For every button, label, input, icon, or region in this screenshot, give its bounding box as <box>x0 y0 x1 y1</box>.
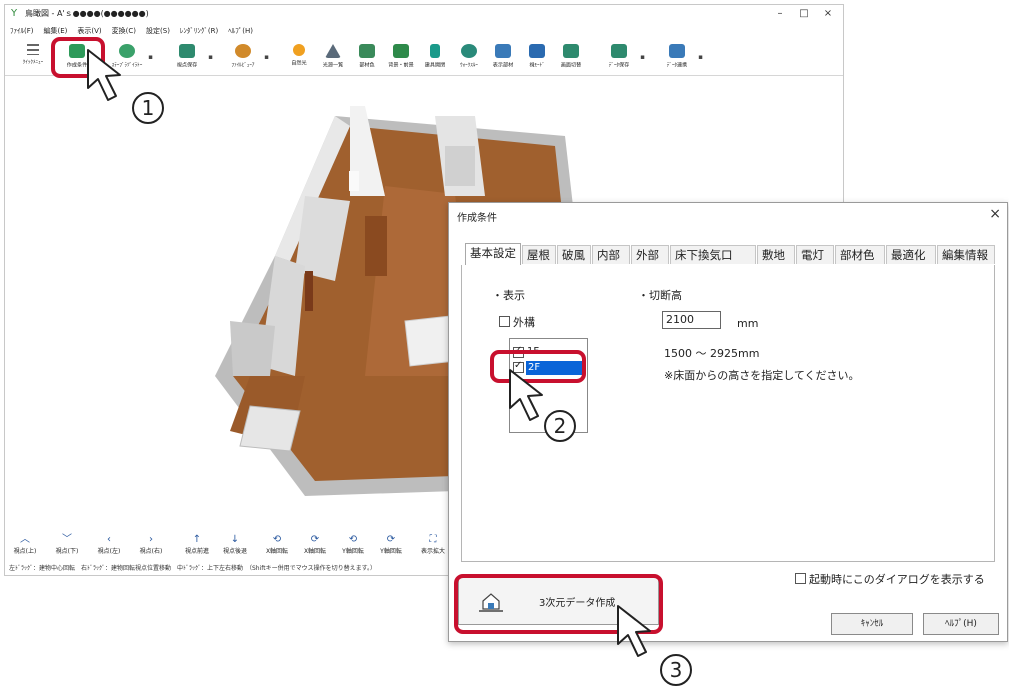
viewpoint-save-button[interactable]: 視点保存 ▪ <box>165 41 213 75</box>
y-rotate-right-button[interactable]: ⟳ Y軸回転 <box>371 533 411 555</box>
minimize-button[interactable]: – <box>769 5 791 23</box>
rotate-right-icon: ⟳ <box>310 534 320 545</box>
close-button[interactable]: × <box>817 5 839 23</box>
cut-height-range: 1500 ～ 2925mm <box>664 347 760 360</box>
step-2-marker: 2 <box>544 410 576 442</box>
dialog-title: 作成条件 <box>457 213 497 224</box>
sunlight-icon <box>293 44 305 56</box>
cut-height-header: ・切断高 <box>638 289 682 302</box>
rotate-left-icon: ⟲ <box>348 534 358 545</box>
tab-site[interactable]: 敷地 <box>757 245 795 264</box>
startup-checkbox[interactable] <box>795 573 806 584</box>
forward-arrow-icon: ↑ <box>192 534 202 545</box>
quick-menu-button[interactable]: ｸｲｯｸﾒﾆｭｰ <box>11 41 55 75</box>
screen-switch-button[interactable]: 画面切替 <box>549 41 593 75</box>
title-bar: Y 鳥瞰図 - A'ｓ●●●●(●●●●●●) – □ × <box>5 5 843 23</box>
rotate-left-icon: ⟲ <box>272 534 282 545</box>
light-list-icon <box>325 44 341 58</box>
display-parts-icon <box>495 44 511 58</box>
arrow-down-icon: ﹀ <box>62 534 72 545</box>
tab-exterior[interactable]: 外部 <box>631 245 669 264</box>
x-rotate-right-button[interactable]: ⟳ X軸回転 <box>295 533 335 555</box>
material-color-icon <box>359 44 375 58</box>
data-link-icon <box>669 44 685 58</box>
tab-interior[interactable]: 内部 <box>592 245 630 264</box>
view-back-button[interactable]: ↓ 視点後退 <box>215 533 255 555</box>
help-button[interactable]: ﾍﾙﾌﾟ(H) <box>923 613 999 635</box>
data-save-button[interactable]: ﾃﾞｰﾀ保存 ▪ <box>597 41 645 75</box>
menu-convert[interactable]: 変換(C) <box>107 23 141 39</box>
menu-icon <box>27 44 39 55</box>
view-mode-icon <box>529 44 545 58</box>
view-up-button[interactable]: ︿ 視点(上) <box>5 533 45 555</box>
maximize-button[interactable]: □ <box>793 5 815 23</box>
tab-underfloor-vent[interactable]: 床下換気口 <box>670 245 756 264</box>
view-down-button[interactable]: ﹀ 視点(下) <box>47 533 87 555</box>
x-rotate-left-button[interactable]: ⟲ X軸回転 <box>257 533 297 555</box>
step-1-marker: 1 <box>132 92 164 124</box>
menu-settings[interactable]: 設定(S) <box>141 23 175 39</box>
view-forward-button[interactable]: ↑ 視点前進 <box>177 533 217 555</box>
tab-basic[interactable]: 基本設定 <box>465 243 521 266</box>
cancel-button[interactable]: ｷｬﾝｾﾙ <box>831 613 913 635</box>
file-viewer-icon <box>235 44 251 58</box>
dialog-close-icon[interactable]: × <box>989 206 1001 222</box>
exterior-checkbox[interactable] <box>499 316 510 327</box>
walkthrough-icon <box>461 44 477 58</box>
tab-gable[interactable]: 破風 <box>557 245 591 264</box>
menu-help[interactable]: ﾍﾙﾌﾟ(H) <box>223 23 258 39</box>
startup-option[interactable]: 起動時にこのダイアログを表示する <box>795 571 985 587</box>
expand-icon: ⛶ <box>429 534 437 545</box>
menu-bar: ﾌｧｲﾙ(F) 編集(E) 表示(V) 変換(C) 設定(S) ﾚﾝﾀﾞﾘﾝｸﾞ(R) ﾍﾙ… <box>5 23 843 39</box>
tab-material-color[interactable]: 部材色 <box>835 245 885 264</box>
view-right-button[interactable]: › 視点(右) <box>131 533 171 555</box>
back-arrow-icon: ↓ <box>230 534 240 545</box>
app-logo-icon: Y <box>11 8 18 19</box>
cut-height-note: ※床面からの高さを指定してください。 <box>664 369 860 382</box>
tab-edit-info[interactable]: 編集情報 <box>937 245 995 264</box>
zoom-view-button[interactable]: ⛶ 表示拡大 <box>413 533 453 555</box>
window-title: 鳥瞰図 - A'ｓ●●●●(●●●●●●) <box>25 9 149 18</box>
y-rotate-left-button[interactable]: ⟲ Y軸回転 <box>333 533 373 555</box>
cut-height-unit: mm <box>737 317 759 330</box>
menu-file[interactable]: ﾌｧｲﾙ(F) <box>5 23 39 39</box>
dialog-tabs: 基本設定 屋根 破風 内部 外部 床下換気口 敷地 電灯 部材色 最適化 編集情… <box>461 243 995 266</box>
arrow-up-icon: ︿ <box>20 534 30 545</box>
door-icon <box>430 44 440 58</box>
data-link-button[interactable]: ﾃﾞｰﾀ連携 ▪ <box>655 41 703 75</box>
tab-optimize[interactable]: 最適化 <box>886 245 936 264</box>
file-viewer-button[interactable]: ﾌｧｲﾙﾋﾞｭｰｱ ▪ <box>221 41 269 75</box>
cut-height-input[interactable]: 2100 <box>662 311 721 329</box>
arrow-right-icon: › <box>149 534 153 545</box>
step-3-marker: 3 <box>660 654 692 686</box>
viewpoint-save-icon <box>179 44 195 58</box>
display-header: ・表示 <box>492 289 525 302</box>
view-left-button[interactable]: ‹ 視点(左) <box>89 533 129 555</box>
menu-rendering[interactable]: ﾚﾝﾀﾞﾘﾝｸﾞ(R) <box>175 23 223 39</box>
tab-roof[interactable]: 屋根 <box>522 245 556 264</box>
data-save-icon <box>611 44 627 58</box>
screen-switch-icon <box>563 44 579 58</box>
arrow-left-icon: ‹ <box>107 534 111 545</box>
cursor-arrow-icon <box>87 49 121 101</box>
background-icon <box>393 44 409 58</box>
exterior-label: 外構 <box>513 316 535 329</box>
rotate-right-icon: ⟳ <box>386 534 396 545</box>
tab-lighting[interactable]: 電灯 <box>796 245 834 264</box>
